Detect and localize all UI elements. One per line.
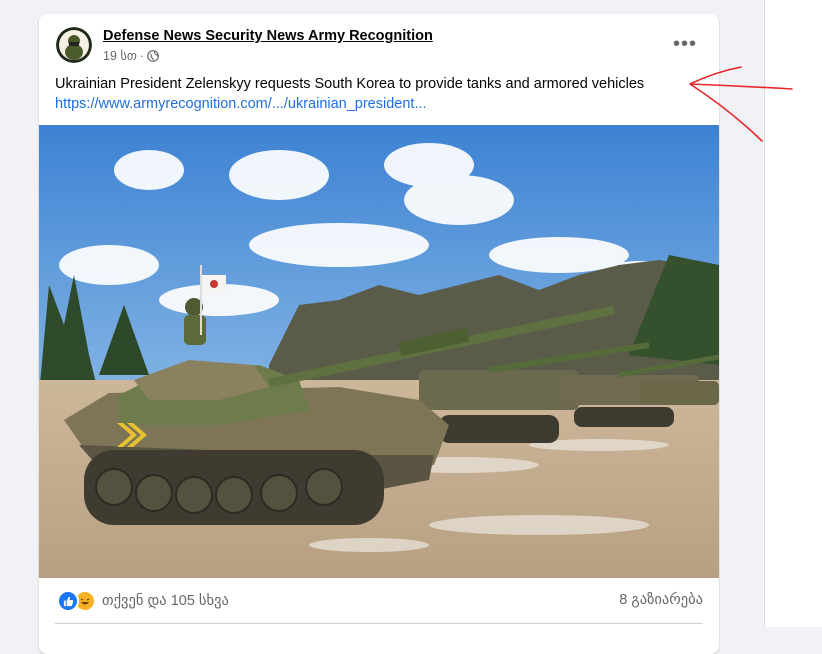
post-timestamp[interactable]: 19 სთ — [103, 48, 137, 63]
reactions-summary[interactable]: თქვენ და 105 სხვა — [57, 590, 229, 612]
shares-count[interactable]: 8 გაზიარება — [619, 592, 703, 608]
page-avatar[interactable] — [56, 27, 92, 63]
post-image[interactable] — [39, 125, 719, 578]
post-meta: 19 სთ · — [103, 48, 159, 63]
page-name-link[interactable]: Defense News Security News Army Recognit… — [103, 28, 433, 44]
post-link[interactable]: https://www.armyrecognition.com/.../ukra… — [55, 96, 427, 112]
post-card: Defense News Security News Army Recognit… — [39, 14, 719, 654]
post-text: Ukrainian President Zelenskyy requests S… — [55, 76, 645, 92]
actions-divider — [55, 623, 703, 624]
right-panel — [764, 0, 822, 627]
like-icon — [57, 590, 79, 612]
reactions-count: თქვენ და 105 სხვა — [102, 593, 229, 609]
meta-separator: · — [139, 48, 145, 63]
more-options-icon[interactable]: ••• — [667, 30, 703, 58]
globe-icon[interactable] — [147, 49, 159, 62]
